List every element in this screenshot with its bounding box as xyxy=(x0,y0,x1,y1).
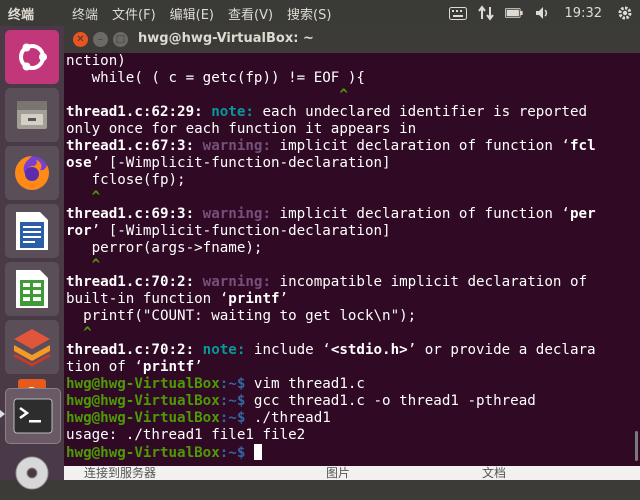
menu-view[interactable]: 查看(V) xyxy=(228,4,273,23)
window-title: hwg@hwg-VirtualBox: ~ xyxy=(138,31,314,46)
prompt-user: hwg@hwg-VirtualBox xyxy=(66,393,220,409)
command-text: gcc thread1.c -o thread1 -pthread xyxy=(245,393,536,409)
command-text: ./thread1 xyxy=(245,410,331,426)
maximize-icon[interactable]: □ xyxy=(113,32,128,47)
calc-icon[interactable] xyxy=(5,262,59,316)
prompt-line: hwg@hwg-VirtualBox:~$ ./thread1 xyxy=(66,410,634,427)
menu-search[interactable]: 搜索(S) xyxy=(287,4,331,23)
firefox-icon[interactable] xyxy=(5,146,59,200)
terminal-line: tion of ‘printf’ xyxy=(66,359,203,375)
clock[interactable]: 19:32 xyxy=(565,6,602,21)
terminal-line: nction) xyxy=(66,53,126,69)
terminal-line: thread1.c:67:3: warning: implicit declar… xyxy=(66,138,596,154)
window-titlebar[interactable]: ✕ – □ hwg@hwg-VirtualBox: ~ xyxy=(64,26,640,53)
network-icon[interactable] xyxy=(477,5,495,21)
launcher: a xyxy=(0,26,64,490)
indicator-area: 19:32 xyxy=(448,0,640,26)
background-window-strip: 连接到服务器 图片 文档 xyxy=(64,466,640,480)
menu-bar: 终端 文件(F) 编辑(E) 查看(V) 搜索(S) xyxy=(72,4,331,23)
volume-icon[interactable] xyxy=(533,5,551,21)
terminal-window: ✕ – □ hwg@hwg-VirtualBox: ~ nction) whil… xyxy=(64,26,640,480)
command-text: vim thread1.c xyxy=(245,376,365,392)
writer-icon[interactable] xyxy=(5,204,59,258)
menu-terminal[interactable]: 终端 xyxy=(72,4,98,23)
prompt-line: hwg@hwg-VirtualBox:~$ gcc thread1.c -o t… xyxy=(66,393,634,410)
top-panel: 终端 终端 文件(F) 编辑(E) 查看(V) 搜索(S) 19:32 xyxy=(0,0,640,26)
prompt-user: hwg@hwg-VirtualBox xyxy=(66,410,220,426)
prompt-path: :~$ xyxy=(219,376,246,392)
text-cursor xyxy=(253,444,262,460)
connect-server-label: 连接到服务器 xyxy=(84,466,157,480)
terminal-line: ^ xyxy=(66,257,101,273)
settings-gear-icon[interactable] xyxy=(616,5,634,21)
terminal-line: perror(args->fname); xyxy=(66,240,263,256)
prompt-user: hwg@hwg-VirtualBox xyxy=(66,445,220,461)
terminal-line: ^ xyxy=(66,87,348,103)
battery-icon[interactable] xyxy=(504,5,523,21)
documents-label: 文档 xyxy=(482,466,507,480)
terminal-line: ror’ [-Wimplicit-function-declaration] xyxy=(66,223,391,239)
prompt-path: :~$ xyxy=(219,393,246,409)
prompt-path: :~$ xyxy=(219,410,246,426)
active-app-name: 终端 xyxy=(8,8,35,23)
menu-file[interactable]: 文件(F) xyxy=(112,4,156,23)
terminal-output[interactable]: nction) while( ( c = getc(fp)) != EOF ){… xyxy=(66,53,634,480)
terminal-line: while( ( c = getc(fp)) != EOF ){ xyxy=(66,70,365,86)
prompt-user: hwg@hwg-VirtualBox xyxy=(66,376,220,392)
ubuntu-dash-icon[interactable] xyxy=(5,30,59,84)
terminal-line: built-in function ‘printf’ xyxy=(66,291,289,307)
terminal-line: printf("COUNT: waiting to get lock\n"); xyxy=(66,308,417,324)
terminal-line: thread1.c:70:2: warning: incompatible im… xyxy=(66,274,588,290)
menu-edit[interactable]: 编辑(E) xyxy=(170,4,214,23)
terminal-line: only once for each function it appears i… xyxy=(66,121,417,137)
terminal-line: ^ xyxy=(66,189,101,205)
minimize-icon[interactable]: – xyxy=(93,32,108,47)
terminal-line: ^ xyxy=(66,325,92,341)
pictures-label: 图片 xyxy=(326,466,351,480)
terminal-line: ose’ [-Wimplicit-function-declaration] xyxy=(66,155,391,171)
keyboard-icon[interactable] xyxy=(448,5,467,21)
terminal-line: thread1.c:70:2: note: include ‘<stdio.h>… xyxy=(66,342,596,358)
terminal-icon[interactable] xyxy=(5,388,61,444)
files-icon[interactable] xyxy=(5,88,59,142)
disc-icon[interactable] xyxy=(5,446,59,500)
terminal-line: thread1.c:69:3: warning: implicit declar… xyxy=(66,206,596,222)
terminal-line: usage: ./thread1 file1 file2 xyxy=(66,427,306,443)
close-icon[interactable]: ✕ xyxy=(73,32,88,47)
prompt-path: :~$ xyxy=(219,445,246,461)
prompt-line: hwg@hwg-VirtualBox:~$ vim thread1.c xyxy=(66,376,634,393)
terminal-line: fclose(fp); xyxy=(66,172,186,188)
terminal-line: thread1.c:62:29: note: each undeclared i… xyxy=(66,104,588,120)
prompt-line[interactable]: hwg@hwg-VirtualBox:~$ xyxy=(66,444,634,461)
scrollbar[interactable] xyxy=(635,431,638,461)
